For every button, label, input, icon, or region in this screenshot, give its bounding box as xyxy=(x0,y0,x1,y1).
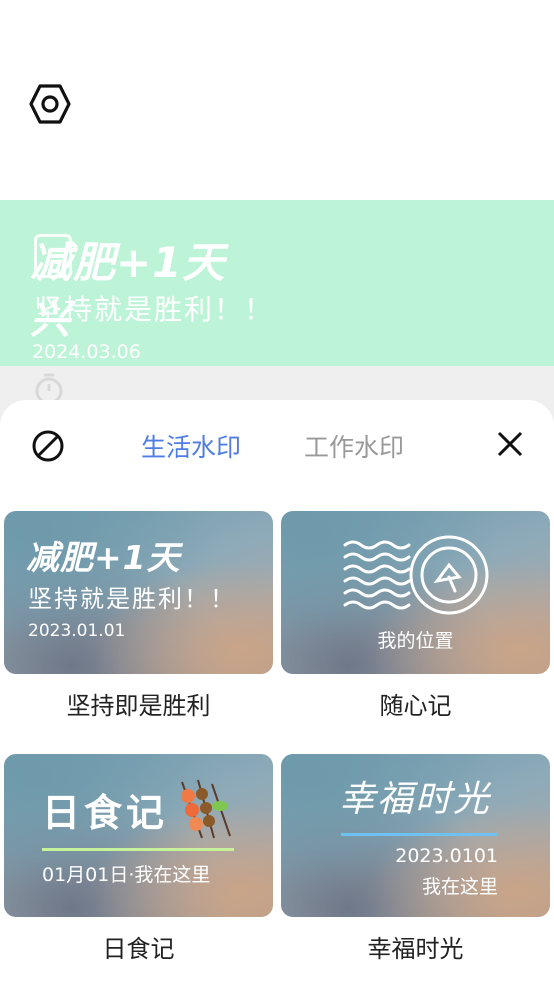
postmark-stamp-icon xyxy=(343,535,489,615)
template-card-daily-food[interactable]: 日食记 01月01日·我在这里 xyxy=(4,754,273,917)
preview-subtitle: 坚持就是胜利！！ xyxy=(34,293,275,326)
card-divider xyxy=(341,833,497,836)
template-label: 日食记 xyxy=(102,935,175,963)
card-date: 2023.01.01 xyxy=(28,621,126,641)
card-subtitle: 01月01日·我在这里 xyxy=(42,864,211,886)
card-location: 我的位置 xyxy=(377,630,454,652)
card-date: 2023.0101 xyxy=(395,845,498,867)
card-subtitle: 坚持就是胜利！！ xyxy=(28,585,236,613)
preview-title: 减肥+1天 xyxy=(30,238,226,287)
template-card-freestyle[interactable]: 我的位置 xyxy=(281,511,550,674)
skewers-icon xyxy=(181,779,231,839)
settings-button[interactable] xyxy=(28,82,72,126)
template-card-persist[interactable]: 减肥+1天 坚持就是胜利！！ 2023.01.01 xyxy=(4,511,273,674)
card-location: 我在这里 xyxy=(421,876,498,898)
watermark-preview: 减肥+1天 兴 坚持就是胜利！！ 2024.03.06 xyxy=(0,200,554,366)
tab-life-watermark[interactable]: 生活水印 xyxy=(141,430,241,466)
template-label: 随心记 xyxy=(379,692,452,720)
prohibited-icon xyxy=(32,430,64,462)
gear-icon xyxy=(29,84,71,124)
card-divider xyxy=(42,848,234,851)
template-label: 幸福时光 xyxy=(367,935,464,963)
tab-work-watermark[interactable]: 工作水印 xyxy=(304,430,404,466)
template-label: 坚持即是胜利 xyxy=(66,692,211,720)
preview-date: 2024.03.06 xyxy=(32,341,141,363)
card-title: 减肥+1天 xyxy=(26,538,181,577)
watermark-sheet: 生活水印 工作水印 减肥+1天 坚持就是胜利！！ 2023.01.01 坚持即是… xyxy=(0,400,554,1000)
template-card-happy-time[interactable]: 幸福时光 2023.0101 我在这里 xyxy=(281,754,550,917)
card-title: 日食记 xyxy=(42,791,169,835)
close-icon xyxy=(497,431,523,457)
no-watermark-button[interactable] xyxy=(28,426,68,466)
close-button[interactable] xyxy=(490,424,530,464)
card-title: 幸福时光 xyxy=(339,779,492,820)
